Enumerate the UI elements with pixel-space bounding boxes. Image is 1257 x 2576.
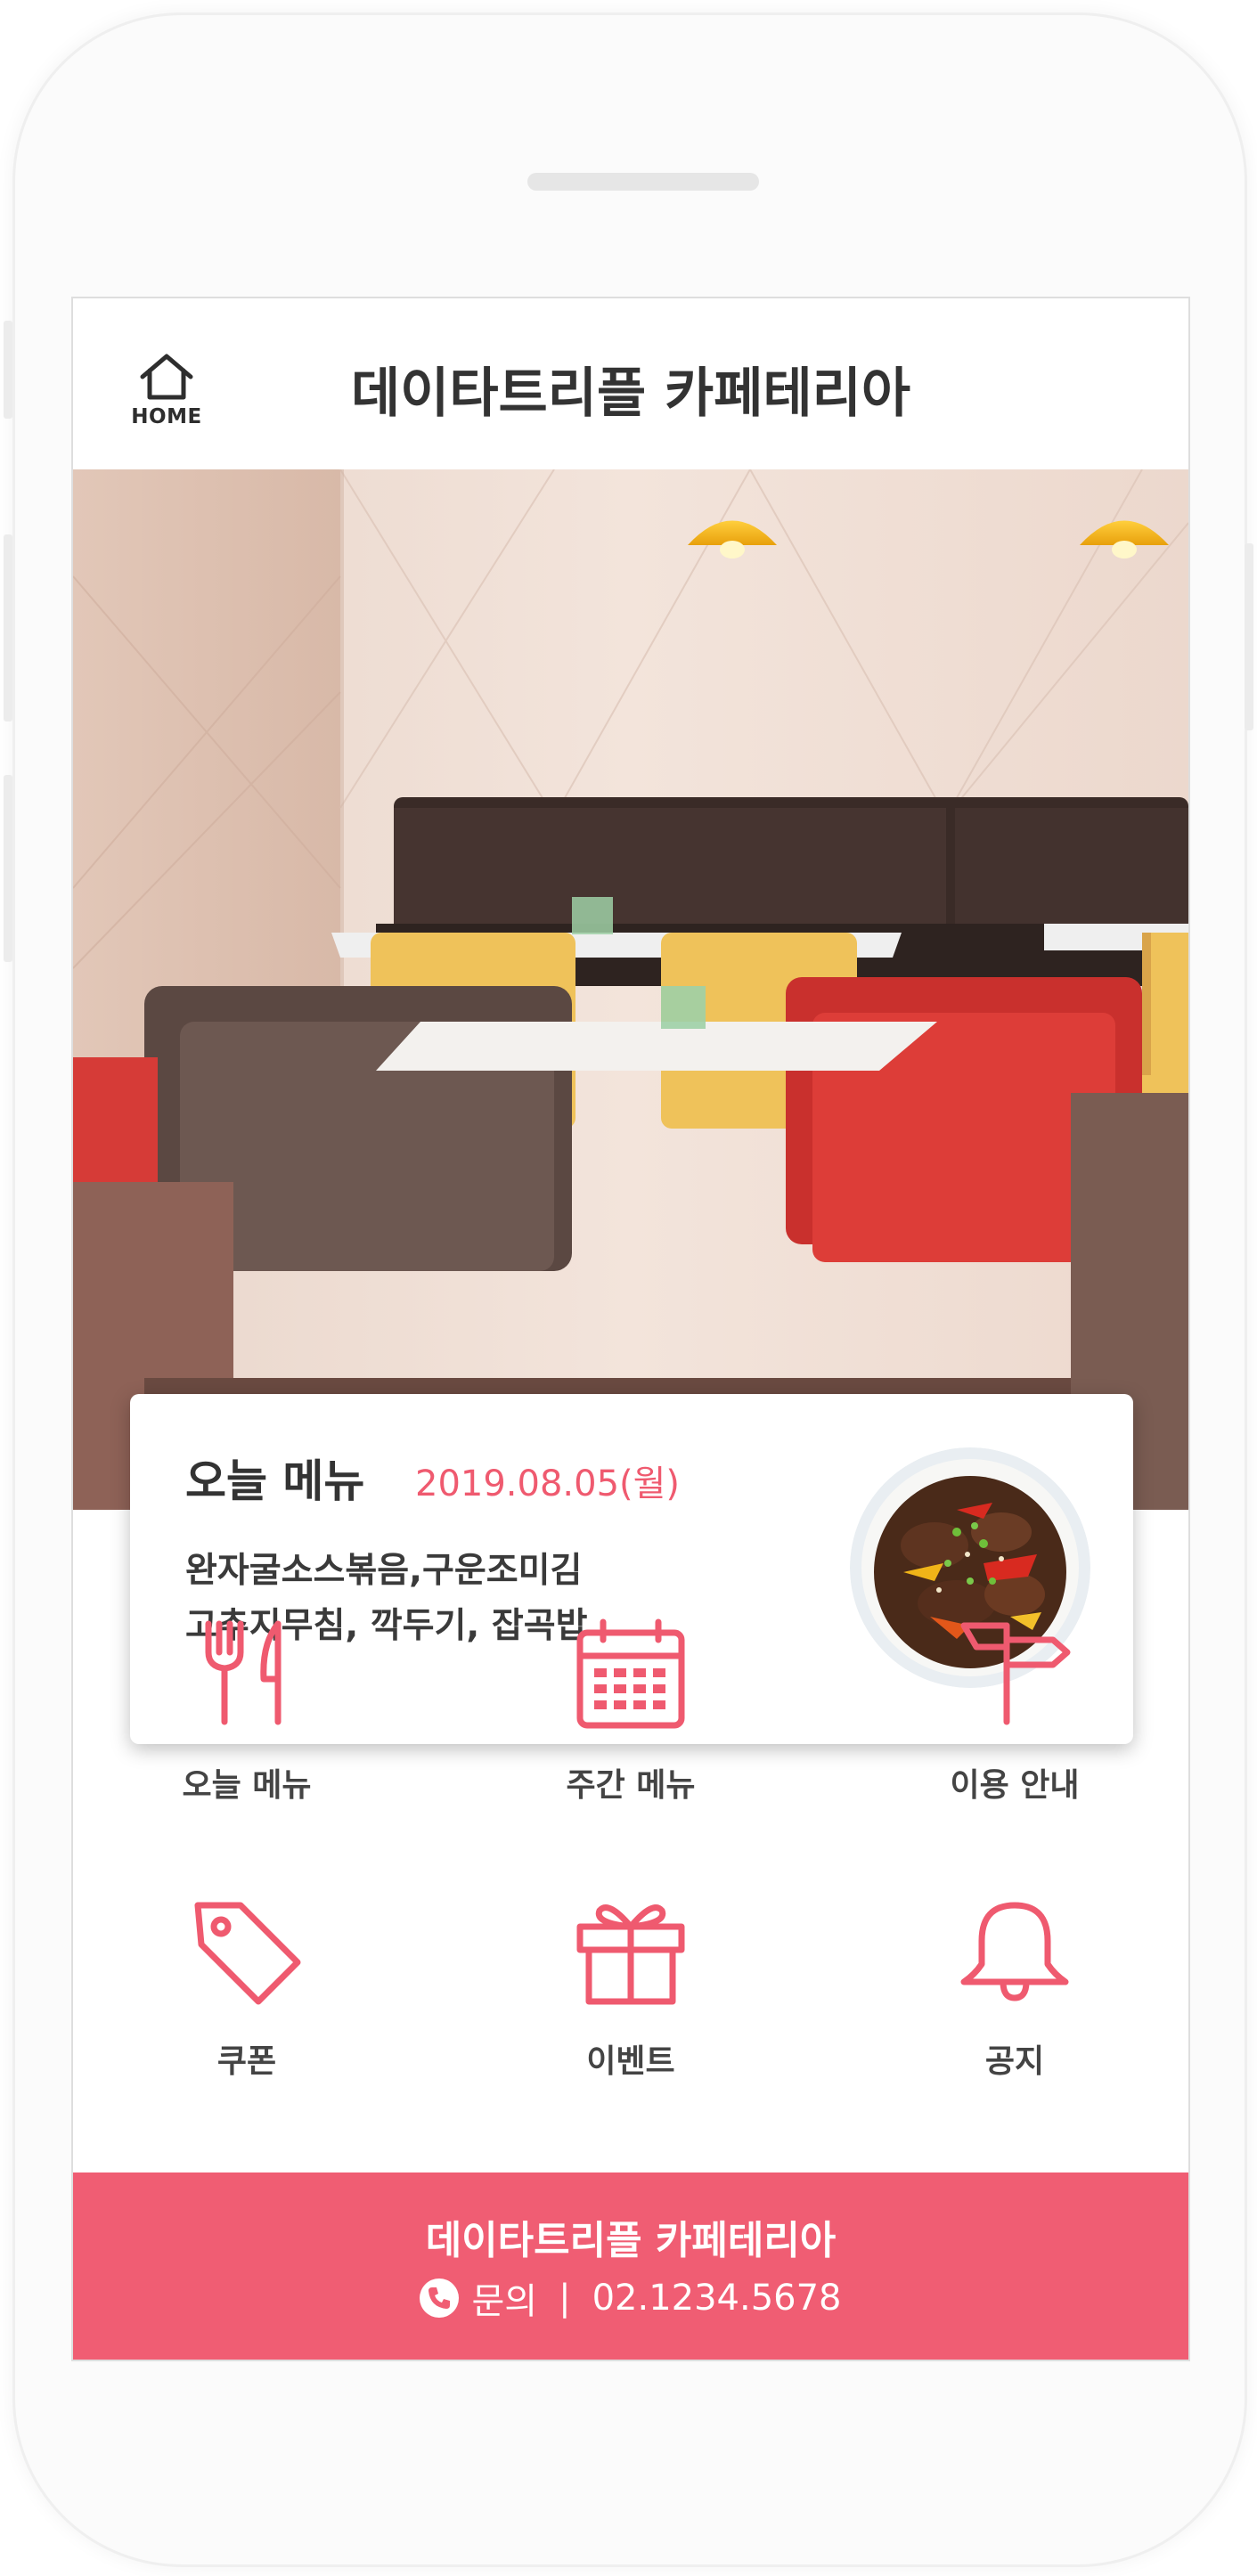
menu-weekly-button[interactable]: 주간 메뉴 (497, 1617, 764, 1806)
phone-icon (420, 2278, 460, 2318)
contact-phone: 02.1234.5678 (592, 2278, 842, 2319)
notice-button[interactable]: 공지 (881, 1893, 1148, 2082)
contact-label: 문의 (471, 2281, 538, 2322)
footer-contact[interactable]: 문의 | 02.1234.5678 (73, 2272, 1188, 2324)
signpost-icon (960, 1622, 1071, 1725)
phone-side-button (4, 321, 12, 419)
menu-today-button[interactable]: 오늘 메뉴 (113, 1617, 380, 1806)
phone-side-button (4, 534, 12, 721)
footer-title: 데이타트리플 카페테리아 (425, 2218, 837, 2263)
event-label: 이벤트 (586, 2043, 675, 2080)
event-button[interactable]: 이벤트 (497, 1893, 764, 2082)
today-menu-title: 오늘 메뉴 (185, 1455, 365, 1507)
fork-knife-icon (205, 1620, 282, 1725)
phone-speaker (527, 173, 759, 191)
menu-weekly-label: 주간 메뉴 (566, 1767, 696, 1804)
phone-side-button (4, 775, 12, 962)
hero-image (73, 469, 1188, 1510)
phone-side-button (1245, 543, 1253, 730)
calendar-icon (576, 1618, 685, 1729)
coupon-button[interactable]: 쿠폰 (113, 1893, 380, 2082)
bell-icon (960, 1902, 1069, 2001)
app-header: HOME 데이타트리플 카페테리아 (73, 298, 1188, 469)
tag-icon (194, 1902, 301, 2005)
menu-item: 완자굴소스볶음,구운조미김 (185, 1551, 583, 1591)
usage-guide-button[interactable]: 이용 안내 (881, 1617, 1148, 1806)
notice-label: 공지 (984, 2043, 1045, 2080)
footer: 데이타트리플 카페테리아 문의 | 02.1234.5678 (73, 2172, 1188, 2360)
gift-icon (576, 1904, 685, 2005)
today-menu-date: 2019.08.05(월) (415, 1463, 681, 1504)
menu-today-label: 오늘 메뉴 (182, 1767, 312, 1804)
app-screen: HOME 데이타트리플 카페테리아 오늘 메뉴 2019.08.05(월) 완자… (71, 297, 1190, 2361)
contact-separator: | (559, 2278, 571, 2319)
usage-guide-label: 이용 안내 (950, 1767, 1080, 1804)
page-title: 데이타트리플 카페테리아 (350, 363, 911, 425)
coupon-label: 쿠폰 (216, 2043, 277, 2080)
